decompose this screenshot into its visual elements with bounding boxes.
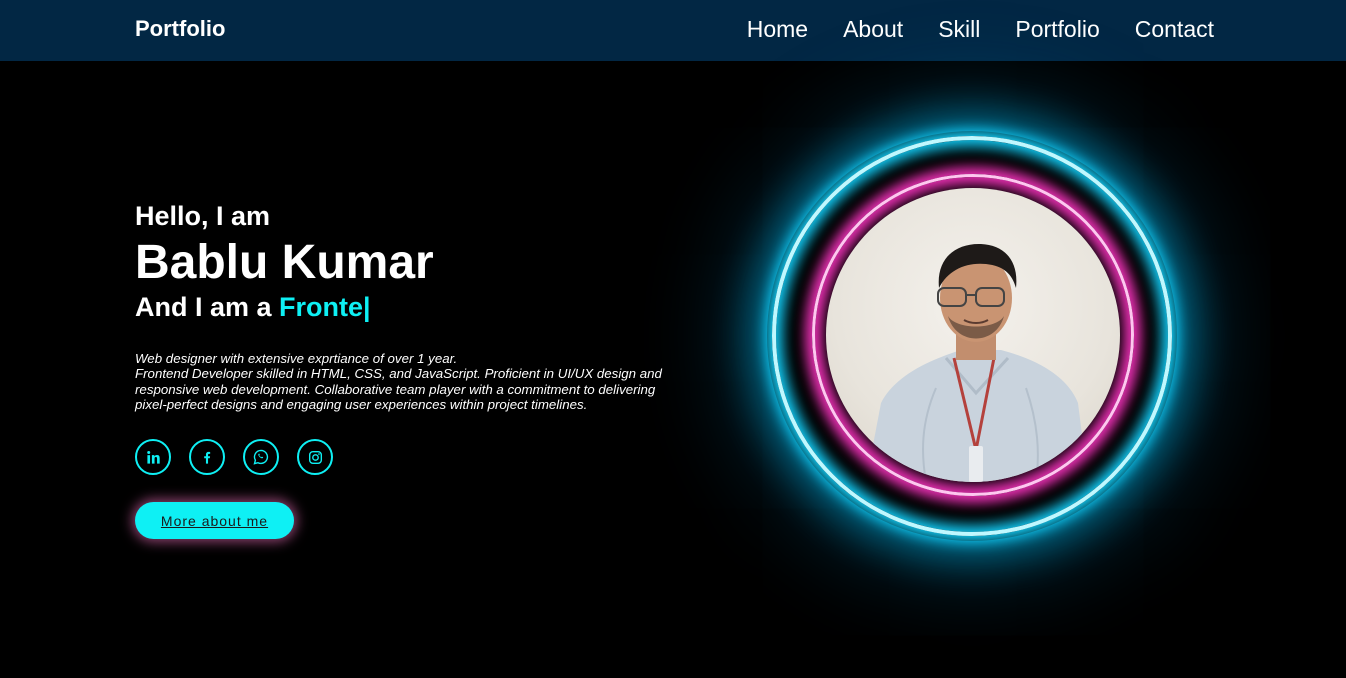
social-links xyxy=(135,439,333,475)
navbar: Portfolio Home About Skill Portfolio Con… xyxy=(0,0,1346,61)
profile-ring xyxy=(722,86,1222,586)
more-about-me-button[interactable]: More about me xyxy=(135,502,294,539)
nav-home-link[interactable]: Home xyxy=(747,15,808,43)
nav-skill-link[interactable]: Skill xyxy=(938,15,980,43)
profile-photo xyxy=(826,188,1120,482)
whatsapp-icon[interactable] xyxy=(243,439,279,475)
description-line-2: Frontend Developer skilled in HTML, CSS,… xyxy=(135,366,662,412)
nav-portfolio-link[interactable]: Portfolio xyxy=(1015,15,1099,43)
hero-greeting: Hello, I am xyxy=(135,201,271,231)
site-logo[interactable]: Portfolio xyxy=(135,16,225,42)
nav-about-link[interactable]: About xyxy=(843,15,903,43)
role-typed-text: Fronte| xyxy=(279,292,371,322)
linkedin-icon[interactable] xyxy=(135,439,171,475)
facebook-icon[interactable] xyxy=(189,439,225,475)
hero-description: Web designer with extensive exprtiance o… xyxy=(135,351,690,412)
hero-role: And I am a Fronte| xyxy=(135,291,695,323)
nav-menu: Home About Skill Portfolio Contact xyxy=(747,15,1214,43)
role-prefix: And I am a xyxy=(135,292,280,322)
hero-text: Hello, I am Bablu Kumar And I am a Front… xyxy=(135,200,695,412)
instagram-icon[interactable] xyxy=(297,439,333,475)
hero-name: Bablu Kumar xyxy=(135,236,434,289)
description-line-1: Web designer with extensive exprtiance o… xyxy=(135,351,458,366)
nav-contact-link[interactable]: Contact xyxy=(1135,15,1214,43)
